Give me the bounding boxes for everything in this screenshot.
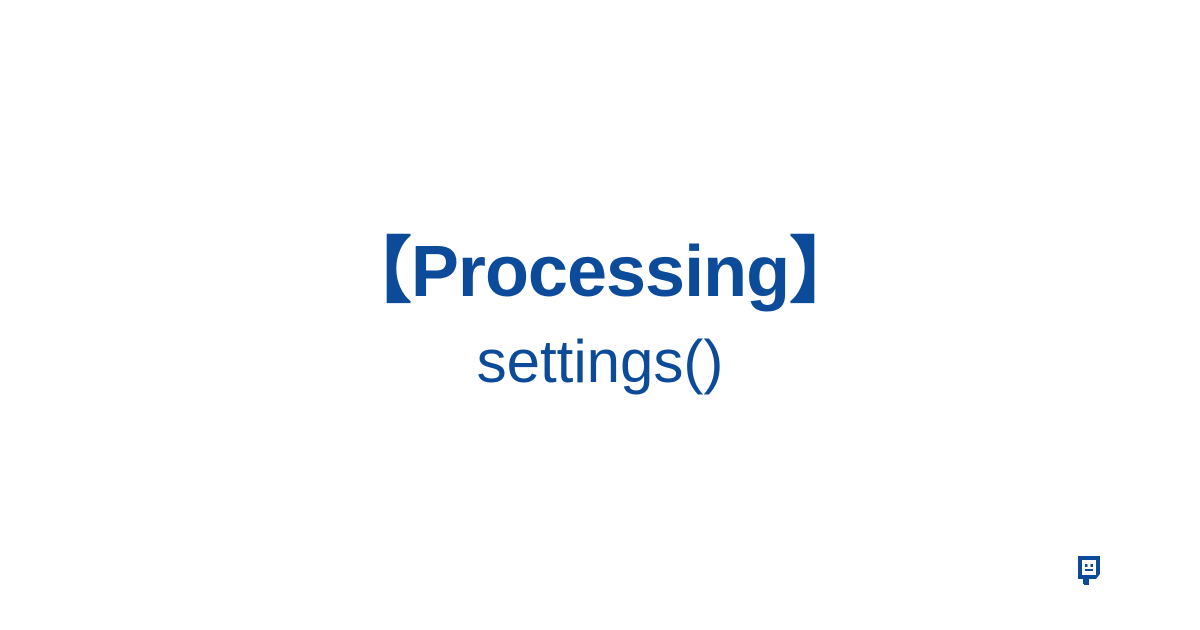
title-line2: settings() bbox=[477, 323, 724, 401]
logo-icon bbox=[1074, 556, 1100, 586]
title-line1: 【Processing】 bbox=[340, 229, 860, 315]
